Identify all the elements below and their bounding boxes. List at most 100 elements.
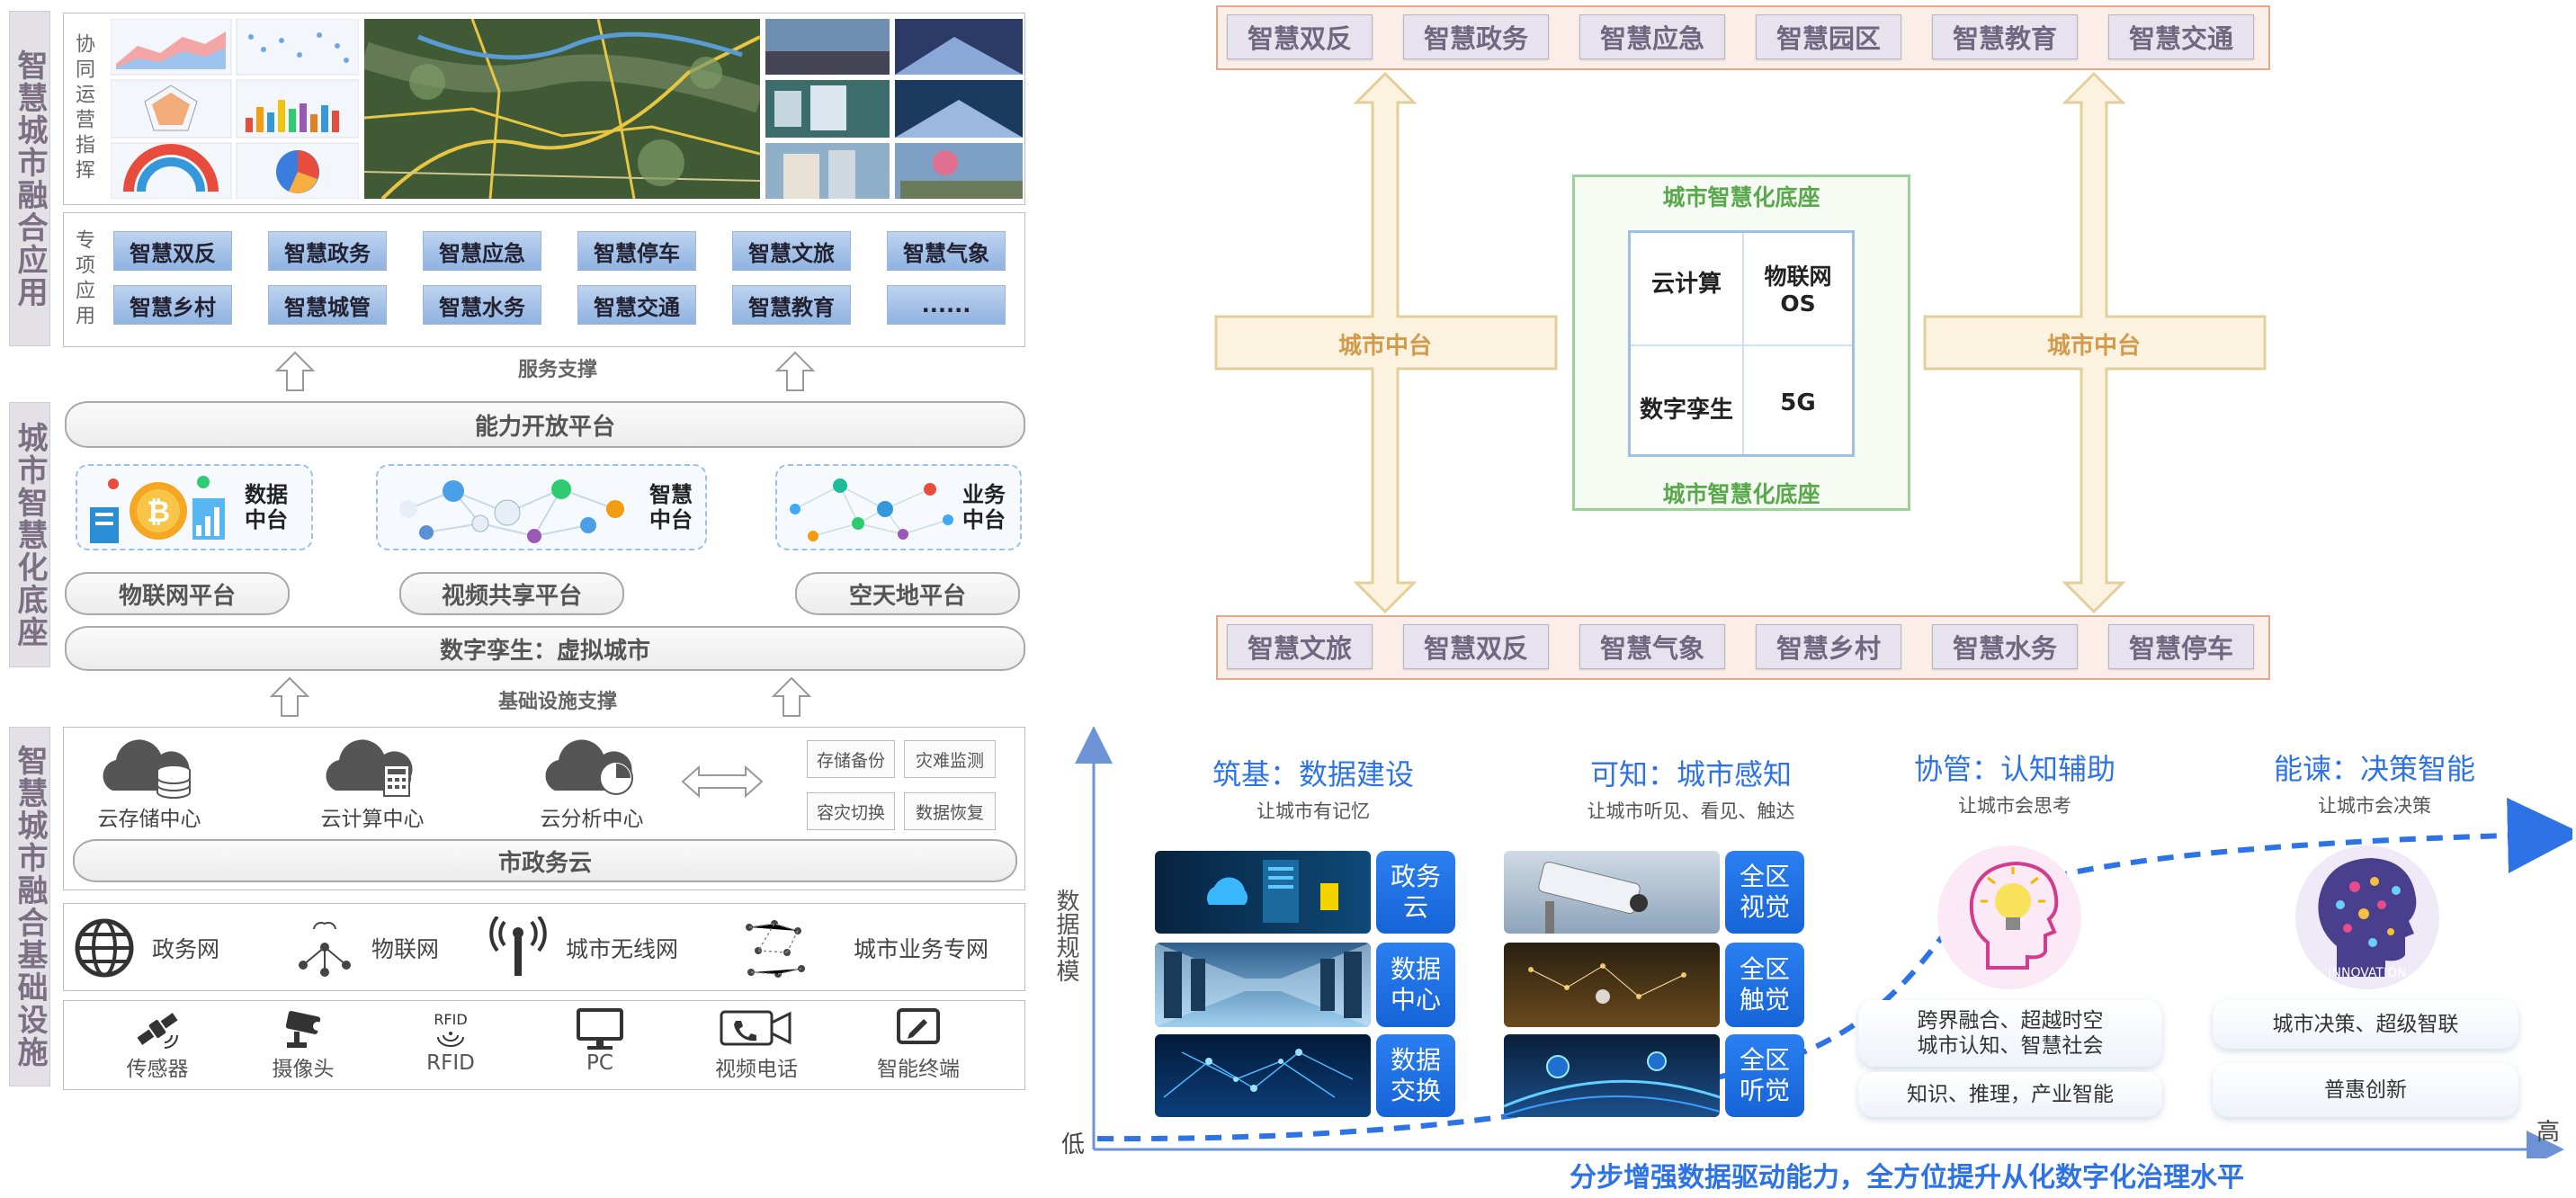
smart-terminal-icon (897, 1008, 940, 1044)
base-cell: 数字孪生 (1639, 397, 1733, 424)
stage-tag: 数据 中心 (1376, 943, 1455, 1027)
base-cell: 物联网 OS (1764, 264, 1832, 317)
stage-tag: 全区 听觉 (1725, 1034, 1804, 1117)
layer-label-infrastructure: 智慧城市融合基础设施 (9, 727, 50, 1086)
data-center-platform: ₿ 数据 中台 (76, 464, 313, 550)
scene-tag: 智慧水务 (1932, 624, 2078, 669)
coop-command-panel: 协同运营指挥 (63, 13, 1025, 205)
smart-network-icon (399, 479, 624, 543)
special-label: 专项应用 (72, 229, 94, 330)
digital-twin-bar: 数字孪生：虚拟城市 (65, 626, 1025, 671)
high-label: 高 (2536, 1119, 2561, 1146)
network-item: 城市业务专网 (738, 916, 988, 979)
scene-tag: 智慧停车 (2108, 624, 2254, 669)
stage-tag: 全区 视觉 (1725, 851, 1804, 934)
innovation-head-icon: INNOVATION (2292, 842, 2443, 993)
device-item: 智能终端 (855, 1006, 981, 1082)
scene-tag: 智慧双反 (1227, 14, 1373, 59)
stage-title: 协管：认知辅助 (1913, 752, 2115, 786)
video-phone-icon (720, 1010, 792, 1046)
stage-title: 能谏：决策智能 (2273, 752, 2475, 786)
app-button[interactable]: 智慧双反 (113, 231, 232, 271)
network-item: 政务网 (73, 916, 219, 979)
scene-tag: 智慧教育 (1932, 14, 2078, 59)
cloud-panel: 云存储中心 云计算中心 云分析中心 存储备份 灾难监测 容灾切换 数据恢复 市政… (63, 727, 1025, 890)
scene-tag: 智慧文旅 (1227, 624, 1373, 669)
app-button[interactable]: 智慧政务 (268, 231, 387, 271)
app-button[interactable]: 智慧气象 (887, 231, 1006, 271)
smart-center-platform: 智慧 中台 (376, 464, 707, 550)
iot-platform: 物联网平台 (65, 572, 290, 615)
brain-bulb-icon (1934, 842, 2085, 993)
scene-tag: 智慧园区 (1756, 14, 1901, 59)
stage-tag: 全区 触觉 (1725, 943, 1804, 1027)
city-platform-label: 城市中台 (1337, 333, 1432, 360)
app-button[interactable]: 智慧教育 (732, 285, 851, 325)
device-item: 摄像头 (249, 1006, 357, 1082)
globe-icon (75, 918, 134, 978)
cloud-storage-icon (103, 739, 191, 799)
app-button-more[interactable]: ...... (887, 285, 1006, 325)
business-network-icon (790, 478, 953, 541)
coop-label: 协同运营指挥 (72, 33, 94, 184)
city-platform-label: 城市中台 (2046, 333, 2141, 360)
data-exchange-photo (1155, 1034, 1371, 1117)
cognition-pill: 知识、推理，产业智能 (1858, 1072, 2162, 1117)
space-air-ground-platform: 空天地平台 (795, 572, 1020, 615)
datacenter-photo (1155, 851, 1371, 934)
double-arrow-icon (681, 764, 764, 799)
app-button[interactable]: 智慧停车 (577, 231, 696, 271)
layer-label-application: 智慧城市融合应用 (9, 11, 50, 346)
scene-tag: 智慧应急 (1579, 14, 1725, 59)
network-item: 城市无线网 (487, 916, 678, 979)
app-button[interactable]: 智慧文旅 (732, 231, 851, 271)
server-room-photo (1155, 943, 1371, 1027)
cloud-computing-icon (326, 739, 413, 797)
private-network-icon (746, 920, 805, 978)
layer-label-base: 城市智慧化底座 (9, 402, 50, 667)
y-axis-label: 数据规模 (1052, 889, 1079, 982)
app-button[interactable]: 智慧应急 (423, 231, 541, 271)
base-cell: 云计算 (1650, 271, 1722, 298)
cloud-service-box: 数据恢复 (904, 792, 996, 830)
city-photo-grid (765, 19, 1023, 199)
app-button[interactable]: 智慧交通 (577, 285, 696, 325)
sensor-satellite-icon (137, 1013, 178, 1049)
center-label: 业务 中台 (962, 482, 1006, 532)
scene-tag: 智慧乡村 (1756, 624, 1901, 669)
device-item: PC (546, 1006, 654, 1075)
decision-pill: 普惠创新 (2213, 1063, 2518, 1117)
cognition-pill: 跨界融合、超越时空 城市认知、智慧社会 (1858, 1000, 2162, 1067)
smart-traffic-photo (1504, 1034, 1720, 1117)
up-arrow-icon (270, 676, 309, 717)
city-base-grid: 云计算 物联网 OS 数字孪生 5G (1628, 230, 1855, 457)
network-panel: 政务网 物联网 城市无线网 城市业务专网 (63, 903, 1025, 991)
cloud-service-box: 灾难监测 (904, 740, 996, 778)
camera-photo (1504, 851, 1720, 934)
cloud-label: 云分析中心 (540, 808, 644, 831)
device-item: RFID RFID (397, 1006, 505, 1075)
app-button[interactable]: 智慧水务 (423, 285, 541, 325)
up-arrow-icon (275, 351, 315, 391)
service-support-label: 服务支撑 (517, 359, 597, 381)
stage-tag: 政务 云 (1376, 851, 1455, 934)
device-item: 视频电话 (693, 1006, 819, 1082)
pc-icon (577, 1008, 623, 1050)
bitcoin-data-icon: ₿ (90, 476, 225, 543)
stage-subtitle: 让城市会决策 (2318, 795, 2431, 817)
svg-text:₿: ₿ (147, 495, 170, 529)
svg-text:RFID: RFID (434, 1011, 467, 1028)
city-base-title-bottom: 城市智慧化底座 (1662, 481, 1820, 507)
decision-pill: 城市决策、超级智联 (2213, 1000, 2518, 1049)
city-base-title-top: 城市智慧化底座 (1662, 184, 1820, 210)
cloud-service-box: 存储备份 (807, 740, 895, 778)
caption: 分步增强数据驱动能力，全方位提升从化数字化治理水平 (1570, 1162, 2244, 1194)
camera-icon (285, 1011, 322, 1048)
dashboard-thumbnails (110, 18, 360, 200)
svg-text:INNOVATION: INNOVATION (2328, 966, 2406, 980)
special-apps-panel: 专项应用 智慧双反 智慧政务 智慧应急 智慧停车 智慧文旅 智慧气象 智慧乡村 … (63, 212, 1025, 347)
app-button[interactable]: 智慧城管 (268, 285, 387, 325)
stage-title: 可知：城市感知 (1589, 757, 1792, 791)
cloud-analysis-icon (545, 739, 633, 795)
app-button[interactable]: 智慧乡村 (113, 285, 232, 325)
